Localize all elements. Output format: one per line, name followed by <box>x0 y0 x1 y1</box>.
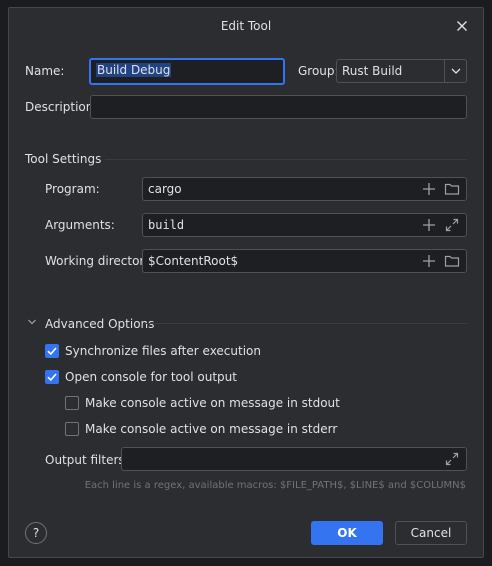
output-filters-field[interactable] <box>121 447 467 471</box>
description-field[interactable] <box>90 95 467 119</box>
arguments-field-value: build <box>148 218 185 232</box>
tool-settings-separator <box>105 159 467 160</box>
working-directory-field[interactable]: $ContentRoot$ <box>142 249 467 273</box>
chevron-down-icon[interactable] <box>26 316 38 328</box>
description-label: Description: <box>25 100 98 114</box>
program-field[interactable]: cargo <box>142 177 467 201</box>
folder-icon[interactable] <box>444 253 460 269</box>
edit-tool-dialog: Edit Tool Name: Build Debug Group: Rust … <box>8 7 484 558</box>
group-dropdown[interactable]: Rust Build <box>336 59 467 83</box>
group-label: Group: <box>298 64 339 78</box>
title-bar: Edit Tool <box>9 8 483 44</box>
ok-button[interactable]: OK <box>311 521 383 545</box>
help-button[interactable]: ? <box>25 522 47 544</box>
tool-settings-header: Tool Settings <box>25 152 102 166</box>
plus-icon[interactable] <box>421 253 437 269</box>
program-label: Program: <box>45 182 100 196</box>
expand-icon[interactable] <box>444 451 460 467</box>
dialog-title: Edit Tool <box>220 19 272 33</box>
working-directory-field-value: $ContentRoot$ <box>148 254 239 268</box>
cancel-button[interactable]: Cancel <box>395 521 467 545</box>
group-dropdown-value: Rust Build <box>342 64 403 78</box>
checkmark-icon <box>47 373 57 382</box>
chevron-down-icon <box>451 68 461 74</box>
output-filters-hint: Each line is a regex, available macros: … <box>84 480 466 491</box>
checkmark-icon <box>47 347 57 356</box>
advanced-options-header[interactable]: Advanced Options <box>45 317 154 331</box>
program-field-value: cargo <box>148 182 182 196</box>
sync-files-checkbox[interactable] <box>45 344 59 358</box>
plus-icon[interactable] <box>421 181 437 197</box>
advanced-options-separator <box>144 323 467 324</box>
open-console-checkbox[interactable] <box>45 370 59 384</box>
group-dropdown-arrow[interactable] <box>444 60 466 82</box>
active-stdout-checkbox[interactable] <box>65 396 79 410</box>
arguments-label: Arguments: <box>45 218 115 232</box>
working-directory-label: Working directory: <box>45 254 155 268</box>
name-field[interactable]: Build Debug <box>89 58 285 85</box>
active-stderr-checkbox[interactable] <box>65 422 79 436</box>
active-stdout-label[interactable]: Make console active on message in stdout <box>85 396 340 410</box>
name-field-value: Build Debug <box>96 63 172 77</box>
plus-icon[interactable] <box>421 217 437 233</box>
sync-files-label[interactable]: Synchronize files after execution <box>65 344 261 358</box>
arguments-field[interactable]: build <box>142 213 467 237</box>
output-filters-label: Output filters: <box>45 453 129 467</box>
open-console-label[interactable]: Open console for tool output <box>65 370 237 384</box>
name-label: Name: <box>25 64 65 78</box>
active-stderr-label[interactable]: Make console active on message in stderr <box>85 422 337 436</box>
folder-icon[interactable] <box>444 181 460 197</box>
expand-icon[interactable] <box>444 217 460 233</box>
close-icon[interactable] <box>454 18 470 34</box>
